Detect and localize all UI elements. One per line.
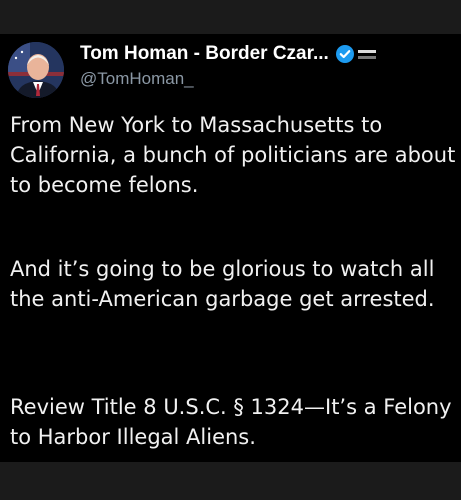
avatar[interactable] xyxy=(8,42,64,98)
author-handle[interactable]: @TomHoman_ xyxy=(80,69,194,89)
tweet-paragraph-2: And it’s going to be glorious to watch a… xyxy=(10,257,435,311)
verified-badge-icon xyxy=(335,45,354,63)
top-border xyxy=(0,0,461,34)
avatar-image xyxy=(8,42,64,98)
tweet-paragraph-1: From New York to Massachusetts to Califo… xyxy=(10,113,456,197)
tweet-card[interactable]: Tom Homan - Border Czar... @TomHoman_ Fr… xyxy=(0,34,461,462)
author-display-name[interactable]: Tom Homan - Border Czar... xyxy=(80,43,329,65)
screenshot-frame: Tom Homan - Border Czar... @TomHoman_ Fr… xyxy=(0,0,461,500)
government-affiliation-icon xyxy=(357,48,376,61)
bottom-border xyxy=(0,462,461,500)
tweet-paragraph-3: Review Title 8 U.S.C. § 1324—It’s a Felo… xyxy=(10,395,452,449)
author-name-row: Tom Homan - Border Czar... xyxy=(80,42,376,66)
